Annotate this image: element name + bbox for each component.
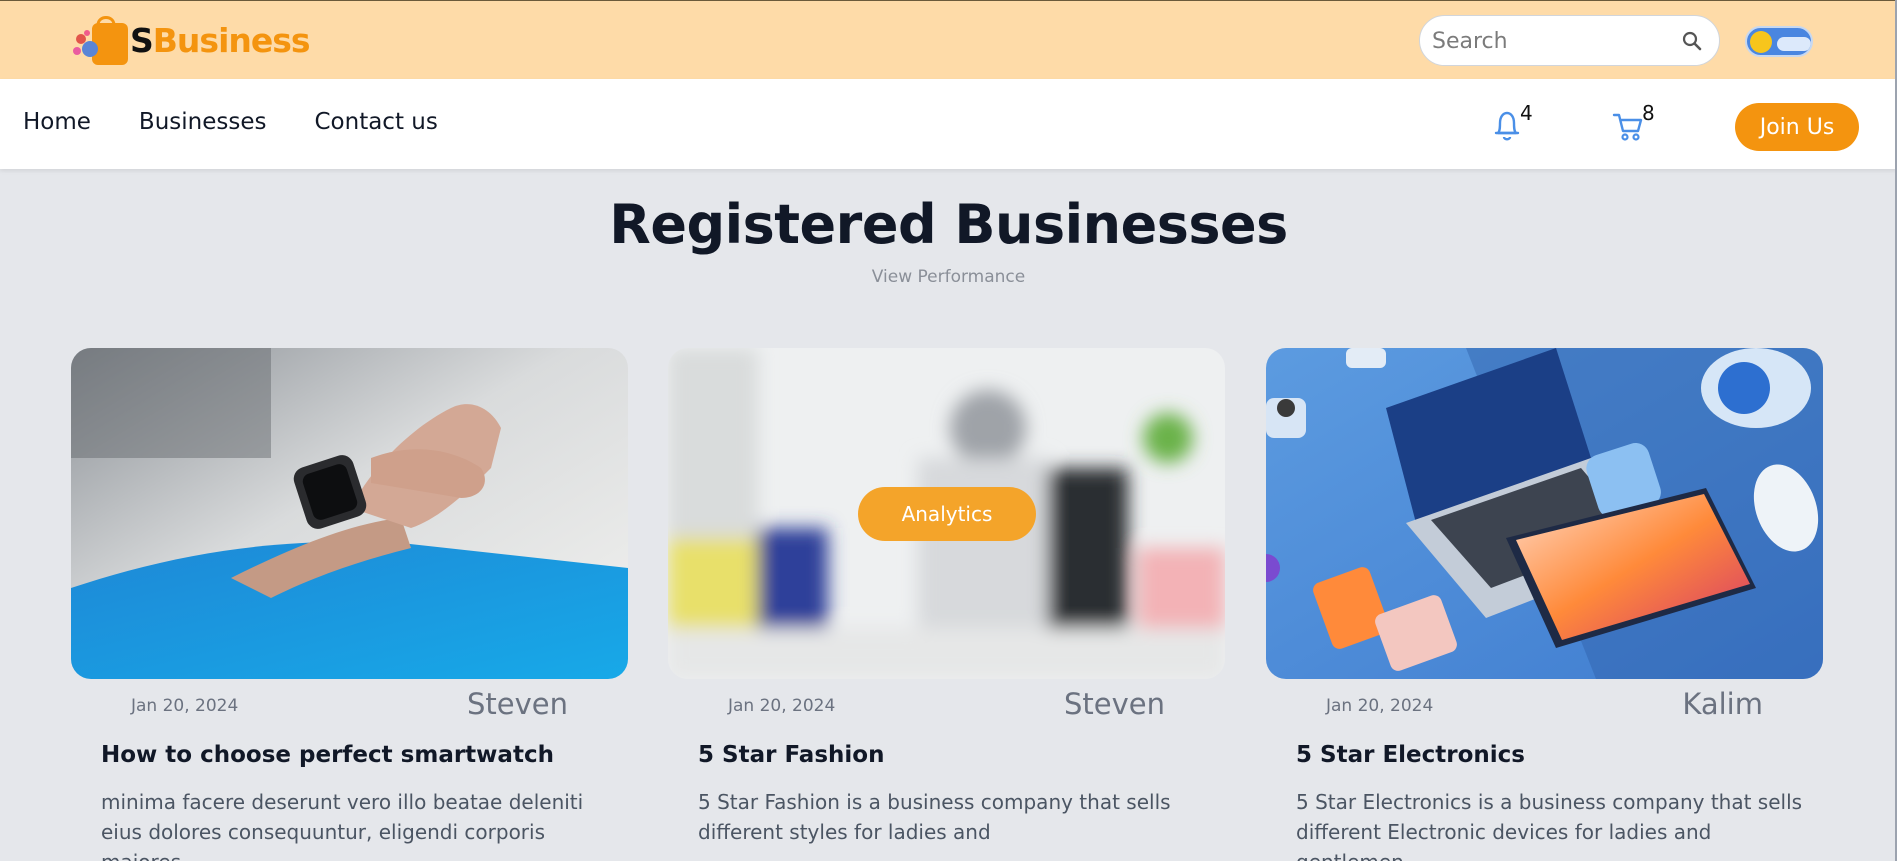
- card-description: minima facere deserunt vero illo beatae …: [101, 790, 584, 861]
- brand-name: SBusiness: [130, 20, 311, 60]
- brand-name-s: S: [130, 20, 154, 60]
- notifications-count: 4: [1520, 101, 1533, 125]
- cart-button[interactable]: 8: [1612, 101, 1655, 148]
- page-title: Registered Businesses: [609, 193, 1288, 256]
- card-image-electronics: [1266, 348, 1823, 679]
- card-title[interactable]: 5 Star Electronics: [1296, 742, 1823, 768]
- search-icon[interactable]: [1681, 30, 1703, 52]
- cart-count: 8: [1642, 101, 1655, 125]
- business-card[interactable]: Jan 20, 2024 Kalim 5 Star Electronics 5 …: [1266, 348, 1823, 861]
- business-card[interactable]: Jan 20, 2024 Steven How to choose perfec…: [71, 348, 628, 861]
- page-subtitle[interactable]: View Performance: [0, 267, 1897, 287]
- shopping-bag-logo-icon: [70, 13, 130, 67]
- nav-link-businesses[interactable]: Businesses: [139, 109, 267, 135]
- nav-bar: Home Businesses Contact us 4 8 Join Us: [0, 79, 1897, 169]
- card-meta: Jan 20, 2024 Kalim: [1266, 679, 1823, 727]
- card-date: Jan 20, 2024: [131, 696, 239, 716]
- card-description: 5 Star Electronics is a business company…: [1296, 790, 1803, 861]
- sun-icon: [1750, 31, 1772, 53]
- card-date: Jan 20, 2024: [728, 696, 836, 716]
- cloud-icon: [1777, 37, 1811, 51]
- top-bar: SBusiness: [0, 0, 1897, 79]
- search-input[interactable]: [1432, 26, 1672, 56]
- card-meta: Jan 20, 2024 Steven: [668, 679, 1225, 727]
- card-author: Steven: [466, 687, 568, 721]
- card-description: 5 Star Fashion is a business company tha…: [698, 790, 1171, 844]
- card-title[interactable]: How to choose perfect smartwatch: [101, 742, 628, 768]
- card-title[interactable]: 5 Star Fashion: [698, 742, 1225, 768]
- nav-link-home[interactable]: Home: [23, 109, 91, 135]
- main-nav: Home Businesses Contact us: [23, 109, 438, 135]
- card-date: Jan 20, 2024: [1326, 696, 1434, 716]
- card-author: Steven: [1063, 687, 1165, 721]
- business-card[interactable]: Analytics Jan 20, 2024 Steven 5 Star Fas…: [668, 348, 1225, 847]
- brand-name-rest: Business: [152, 20, 311, 60]
- card-meta: Jan 20, 2024 Steven: [71, 679, 628, 727]
- analytics-button[interactable]: Analytics: [858, 487, 1036, 541]
- card-author: Kalim: [1682, 687, 1763, 721]
- search-box: [1419, 15, 1720, 66]
- theme-toggle[interactable]: [1745, 26, 1813, 57]
- join-us-button[interactable]: Join Us: [1735, 103, 1859, 151]
- card-image-fashion: Analytics: [668, 348, 1225, 679]
- cart-icon: [1612, 109, 1644, 148]
- brand-logo[interactable]: SBusiness: [70, 13, 311, 67]
- notifications-button[interactable]: 4: [1492, 101, 1533, 148]
- nav-link-contact[interactable]: Contact us: [314, 109, 437, 135]
- bell-icon: [1492, 109, 1522, 148]
- card-image-smartwatch: [71, 348, 628, 679]
